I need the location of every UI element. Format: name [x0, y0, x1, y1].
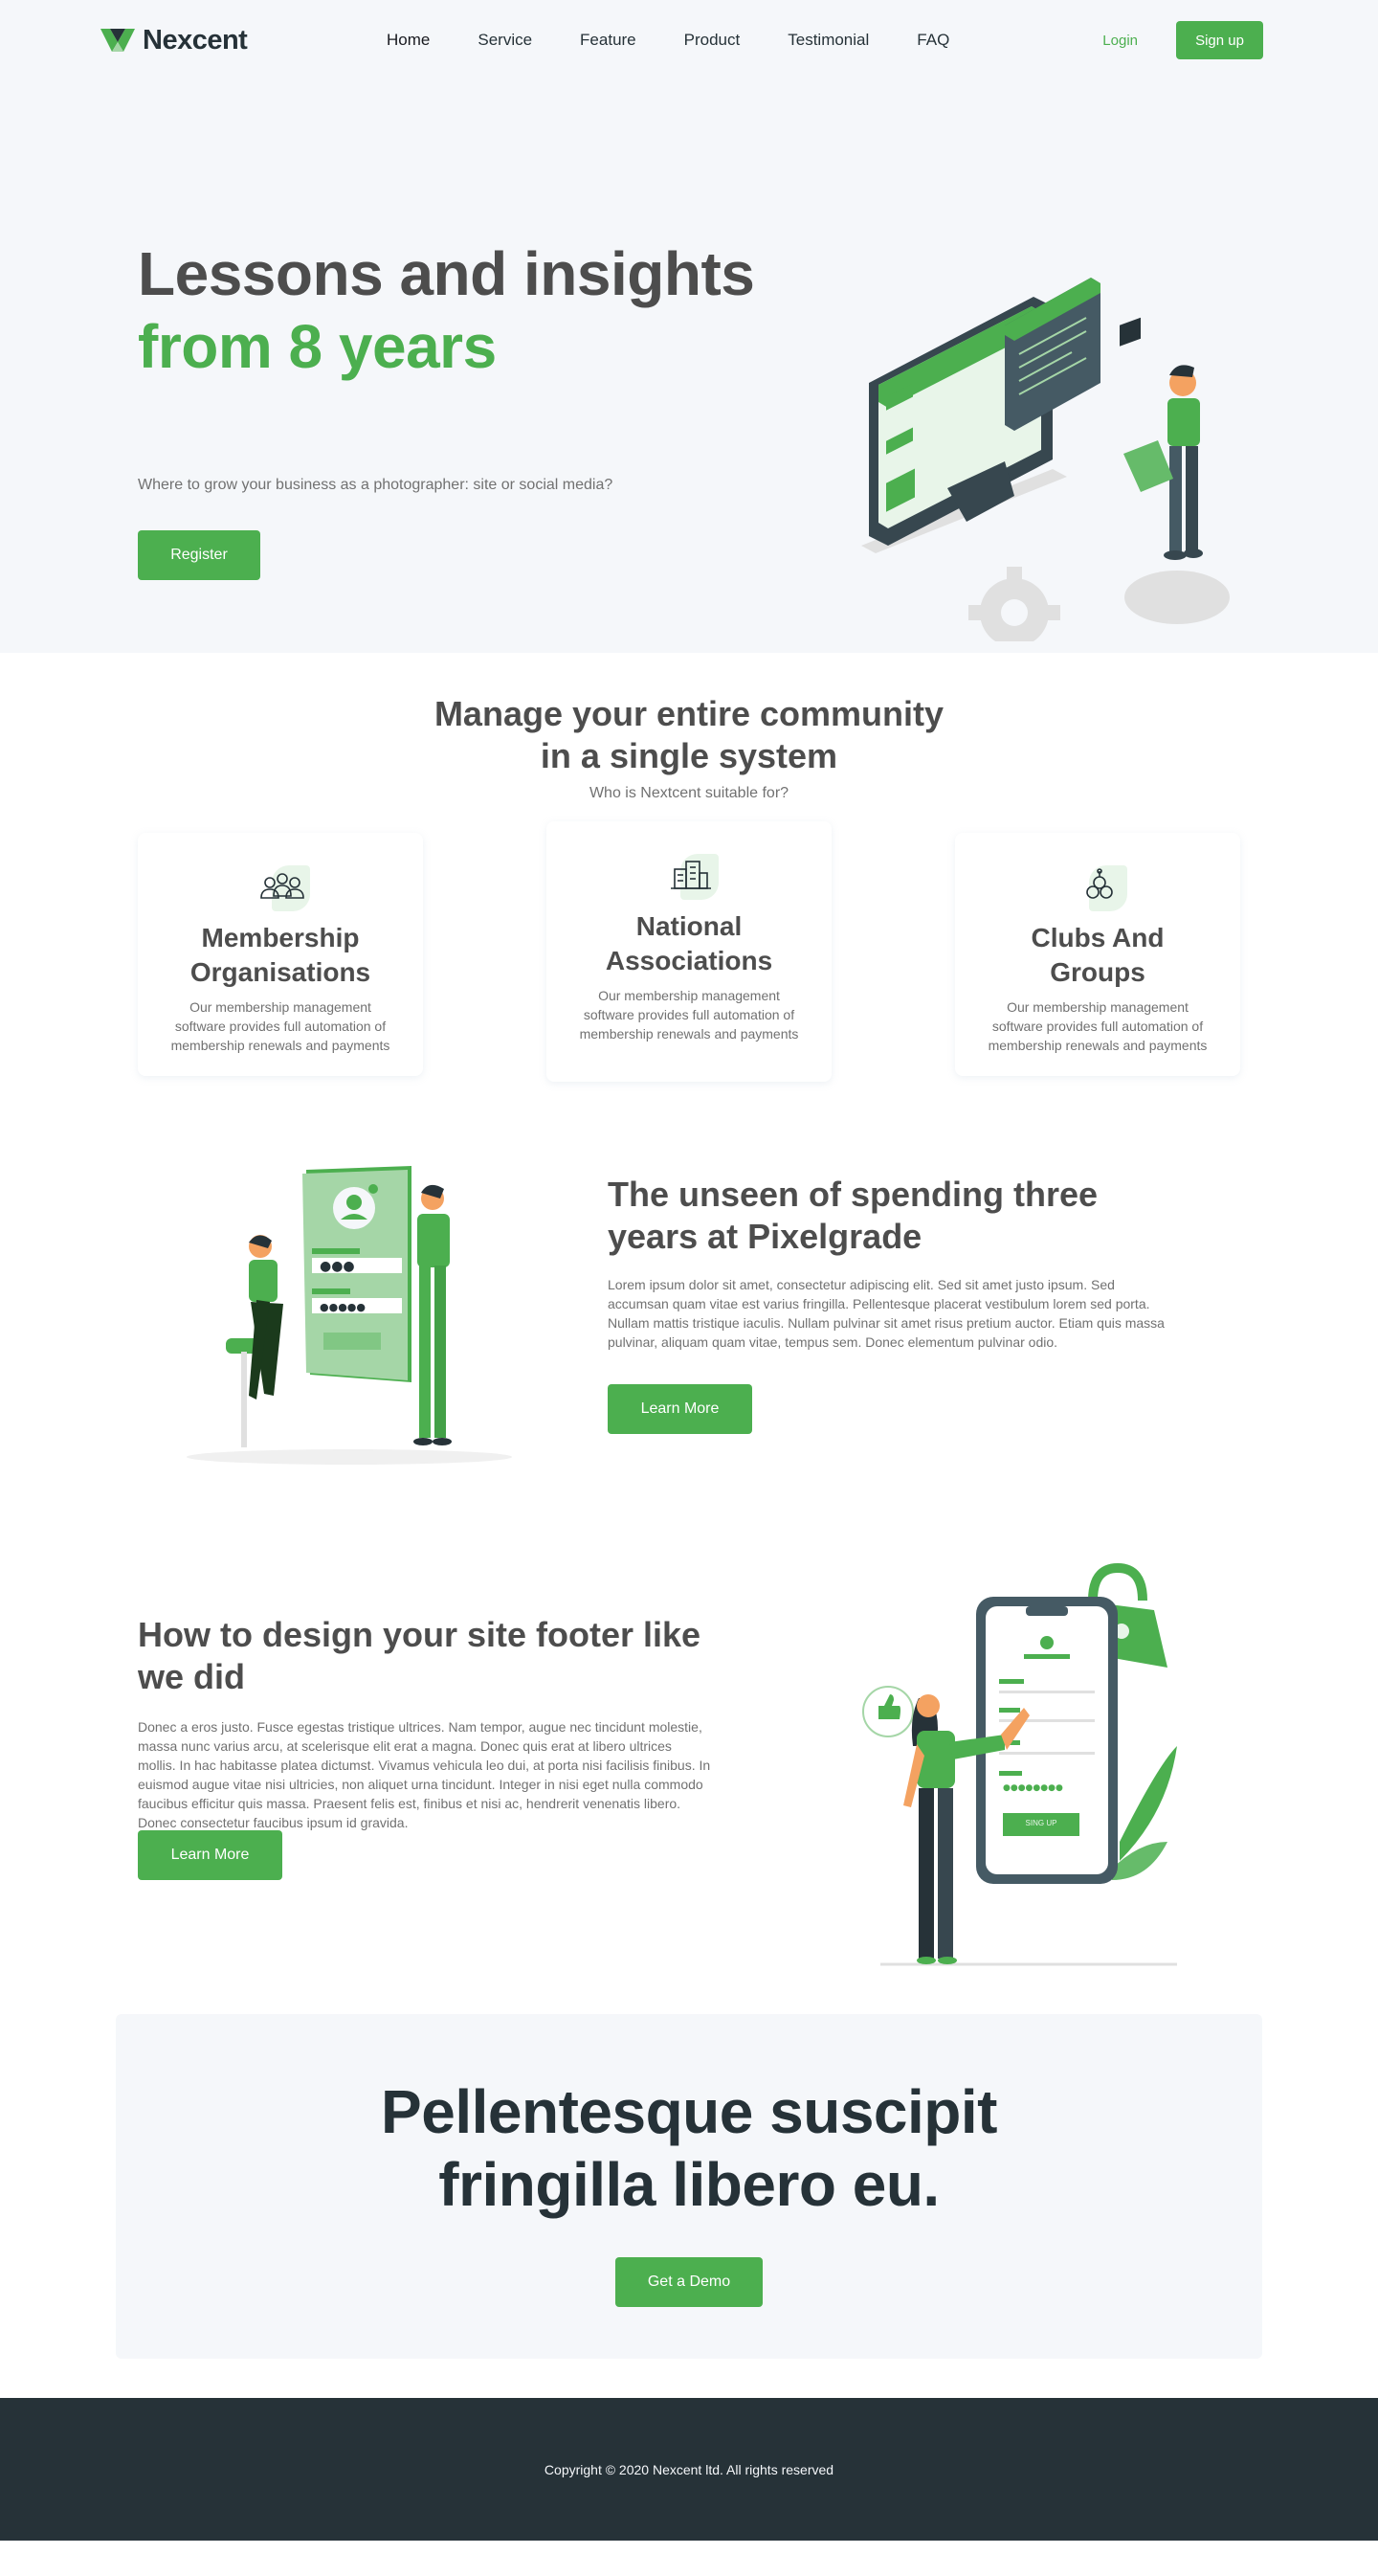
hero-title-line1: Lessons and insights [138, 239, 755, 308]
brand-logo[interactable]: Nexcent [100, 24, 248, 56]
community-title-line2: in a single system [540, 736, 838, 775]
signup-illustration: ●●● ●●●●● [187, 1166, 512, 1465]
menu-item-faq[interactable]: FAQ [917, 31, 949, 50]
feature-title: How to design your site footer like we d… [138, 1615, 701, 1696]
menu-item-product[interactable]: Product [684, 31, 741, 50]
hero-title-line2: from 8 years [138, 312, 497, 381]
brand-name: Nexcent [143, 24, 248, 56]
cta-title-line1: Pellentesque suscipit [381, 2077, 997, 2146]
signup-button[interactable]: Sign up [1176, 21, 1263, 59]
people-icon [260, 873, 304, 899]
cta-panel: Pellentesque suscipit fringilla libero e… [116, 2014, 1262, 2359]
cta-section: Pellentesque suscipit fringilla libero e… [0, 2010, 1378, 2398]
get-demo-button[interactable]: Get a Demo [615, 2257, 763, 2307]
building-icon [671, 861, 711, 889]
hero-subtitle: Where to grow your business as a photogr… [138, 477, 613, 493]
copyright-text: Copyright © 2020 Nexcent ltd. All rights… [544, 2461, 834, 2477]
cta-title: Pellentesque suscipit fringilla libero e… [116, 2075, 1262, 2221]
phone-signup-label: SING UP [1025, 1819, 1057, 1827]
learn-more-button[interactable]: Learn More [608, 1384, 752, 1434]
menu-item-testimonial[interactable]: Testimonial [788, 31, 869, 50]
card-title: Membership Organisations [189, 923, 371, 987]
community-title: Manage your entire community in a single… [0, 653, 1378, 777]
nav-actions: Login Sign up [1102, 21, 1263, 59]
hero-title: Lessons and insights from 8 years [138, 237, 755, 383]
register-button[interactable]: Register [138, 530, 260, 580]
feature-pixelgrade: ●●● ●●●●● The unseen of spending three y… [0, 1118, 1378, 1532]
svg-text:●●●●●●●●: ●●●●●●●● [1003, 1783, 1063, 1793]
logo-icon [100, 29, 135, 52]
club-icon [1086, 868, 1113, 899]
card-national[interactable]: National Associations Our membership man… [546, 821, 832, 1082]
svg-text:●●●●●: ●●●●● [320, 1301, 366, 1313]
main-menu: Home Service Feature Product Testimonial… [387, 31, 997, 50]
menu-item-home[interactable]: Home [387, 31, 430, 50]
feature-title: The unseen of spending three years at Pi… [608, 1175, 1099, 1256]
card-text: Our membership management software provi… [988, 999, 1208, 1053]
card-text: Our membership management software provi… [170, 999, 390, 1053]
svg-text:●●●: ●●● [320, 1259, 355, 1274]
menu-item-feature[interactable]: Feature [580, 31, 636, 50]
login-link[interactable]: Login [1102, 33, 1138, 49]
feature-text: Donec a eros justo. Fusce egestas tristi… [138, 1719, 711, 1830]
feature-text: Lorem ipsum dolor sit amet, consectetur … [608, 1277, 1165, 1350]
card-membership[interactable]: Membership Organisations Our membership … [138, 833, 423, 1076]
card-text: Our membership management software provi… [579, 988, 799, 1042]
card-title: Clubs And Groups [1031, 923, 1165, 987]
phone-art: ●●●●●●●● [862, 1562, 1177, 1966]
learn-more-button[interactable]: Learn More [138, 1830, 282, 1880]
menu-item-service[interactable]: Service [478, 31, 532, 50]
feature-footer-design: How to design your site footer like we d… [0, 1532, 1378, 2010]
card-clubs[interactable]: Clubs And Groups Our membership manageme… [955, 833, 1240, 1076]
phone-illustration: ●●●●●●●● SING UP [861, 1555, 1187, 1976]
cta-title-line2: fringilla libero eu. [438, 2150, 940, 2219]
community-title-line1: Manage your entire community [433, 694, 945, 733]
gear-icon [968, 567, 1060, 641]
community-subtitle: Who is Nextcent suitable for? [589, 785, 789, 801]
community-section: Manage your entire community in a single… [0, 653, 1378, 1118]
hero-section: Lessons and insights from 8 years Where … [0, 80, 1378, 653]
top-nav: Nexcent Home Service Feature Product Tes… [0, 0, 1378, 80]
footer: Copyright © 2020 Nexcent ltd. All rights… [0, 2398, 1378, 2541]
hero-illustration [861, 278, 1230, 641]
card-title: National Associations [605, 911, 773, 975]
